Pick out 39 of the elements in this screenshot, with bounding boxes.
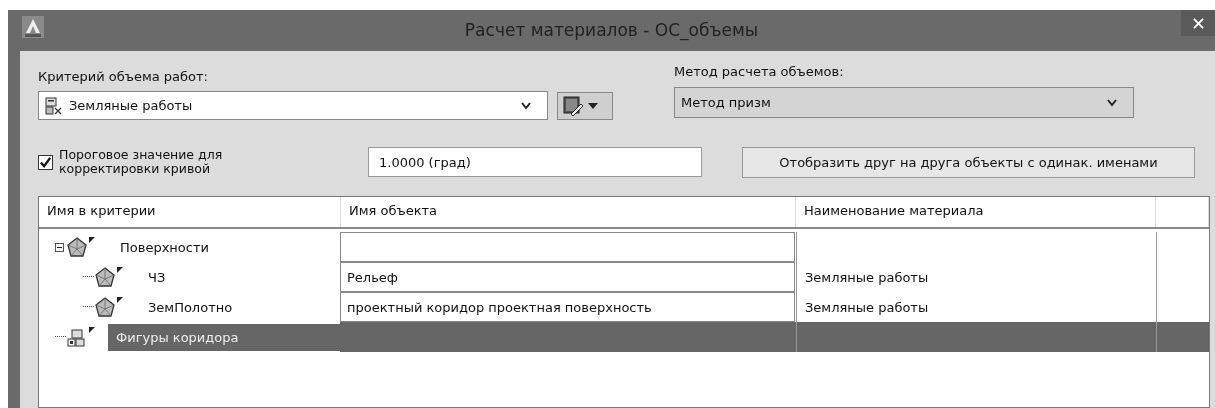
column-header[interactable]: Имя в критерии xyxy=(39,197,341,227)
object-name-field[interactable] xyxy=(340,232,795,262)
method-dropdown[interactable]: Метод призм xyxy=(674,87,1134,118)
compare-button[interactable]: Отобразить друг на друга объекты с одинак. именами xyxy=(742,146,1195,178)
pentagon-icon xyxy=(94,266,124,288)
object-name-field[interactable]: Рельеф xyxy=(340,262,795,292)
style-split-button[interactable] xyxy=(557,92,613,120)
table-cell: Земляные работы xyxy=(805,269,929,285)
table-cell: Земляные работы xyxy=(805,299,929,315)
criteria-dropdown[interactable]: Земляные работы xyxy=(38,91,548,120)
column-header[interactable]: Имя объекта xyxy=(341,197,796,227)
close-icon xyxy=(1192,17,1204,29)
field-label: Метод расчета объемов: xyxy=(674,64,845,80)
field-label: Критерий объема работ: xyxy=(38,69,209,85)
edit-style-icon xyxy=(562,95,584,117)
table-row[interactable]: Поверхности xyxy=(39,232,1209,262)
tree-item[interactable]: ЧЗ xyxy=(142,265,172,289)
chevron-icon xyxy=(1107,98,1117,107)
tree-item[interactable]: Поверхности xyxy=(114,235,215,259)
table-row[interactable]: Фигуры коридора xyxy=(39,322,1209,352)
window-title: Расчет материалов - ОС_объемы xyxy=(464,20,759,40)
criteria-icon xyxy=(45,96,63,115)
input-field[interactable]: 1.0000 (град) xyxy=(368,147,702,177)
column-header[interactable]: Наименование материала xyxy=(796,197,1156,227)
collapse-toggle[interactable] xyxy=(55,242,64,252)
table-row[interactable]: ЧЗ Рельеф Земляные работы xyxy=(39,262,1209,292)
chevron-icon xyxy=(521,101,531,110)
pentagon-icon xyxy=(94,296,124,318)
checkbox-label: Пороговое значение для корректировки кривой xyxy=(59,148,224,176)
pentagon-icon xyxy=(66,236,96,258)
caret-icon xyxy=(588,103,598,109)
close-button[interactable] xyxy=(1181,10,1215,36)
shapes-icon xyxy=(66,326,96,348)
checkbox[interactable] xyxy=(38,154,53,170)
tree-item[interactable]: ЗемПолотно xyxy=(142,295,239,319)
tree-item[interactable]: Фигуры коридора xyxy=(108,323,341,351)
table-row[interactable]: ЗемПолотно проектный коридор проектная поверхность Земляные работы xyxy=(39,292,1209,322)
object-name-field[interactable]: проектный коридор проектная поверхность xyxy=(340,292,795,322)
triangle-logo-icon xyxy=(22,15,44,38)
